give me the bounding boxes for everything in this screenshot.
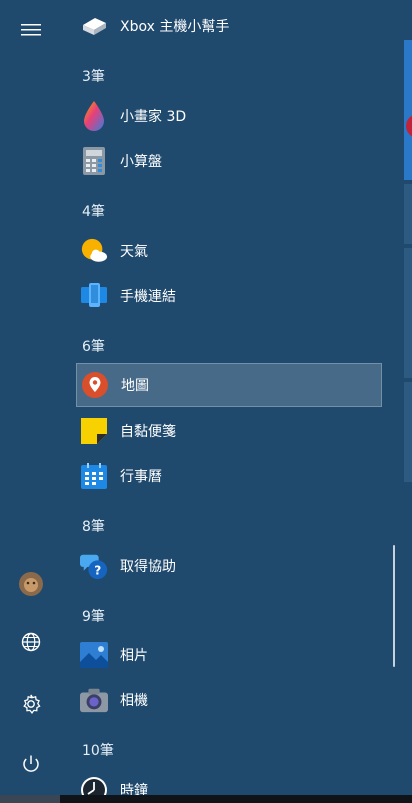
sticky-notes-icon — [80, 417, 108, 445]
app-label: 自黏便箋 — [120, 424, 176, 440]
group-header-8[interactable]: 8筆 — [82, 516, 105, 536]
photos-icon — [80, 641, 108, 669]
power-icon — [23, 755, 39, 772]
app-list-scrollbar[interactable] — [393, 545, 395, 667]
calendar-icon — [80, 462, 108, 490]
maps-icon — [81, 371, 109, 399]
app-item-calendar[interactable]: 行事曆 — [76, 454, 382, 498]
app-item-photos[interactable]: 相片 — [76, 633, 382, 677]
network-button[interactable] — [0, 620, 62, 664]
xbox-console-icon — [80, 12, 108, 40]
user-account-button[interactable] — [0, 562, 62, 606]
calculator-icon — [80, 147, 108, 175]
expand-menu-button[interactable] — [0, 8, 62, 52]
app-item-paint-3d[interactable]: 小畫家 3D — [76, 94, 382, 138]
app-item-camera[interactable]: 相機 — [76, 678, 382, 722]
group-header-6[interactable]: 6筆 — [82, 336, 105, 356]
tile-partial[interactable] — [404, 248, 412, 378]
app-label: Xbox 主機小幫手 — [120, 19, 230, 35]
app-label: 相機 — [120, 693, 148, 709]
app-item-calculator[interactable]: 小算盤 — [76, 139, 382, 183]
get-help-icon: ? — [80, 552, 108, 580]
hamburger-menu-icon — [21, 24, 41, 36]
app-item-phone-link[interactable]: 手機連結 — [76, 274, 382, 318]
clock-icon — [80, 776, 108, 795]
app-item-sticky-notes[interactable]: 自黏便箋 — [76, 409, 382, 453]
gear-icon — [23, 694, 41, 714]
group-header-4[interactable]: 4筆 — [82, 201, 105, 221]
app-item-xbox-console-companion[interactable]: Xbox 主機小幫手 — [76, 4, 382, 48]
paint-3d-icon — [80, 101, 108, 131]
app-item-maps[interactable]: 地圖 — [76, 363, 382, 407]
taskbar-start-segment[interactable] — [0, 795, 60, 803]
weather-icon — [80, 237, 108, 265]
app-label: 小畫家 3D — [120, 109, 187, 125]
app-item-weather[interactable]: 天氣 — [76, 229, 382, 273]
tile-partial[interactable] — [404, 382, 412, 482]
tile-partial[interactable] — [404, 40, 412, 180]
settings-button[interactable] — [0, 682, 62, 726]
app-label: 時鐘 — [120, 783, 148, 795]
group-header-3[interactable]: 3筆 — [82, 66, 105, 86]
taskbar — [0, 795, 412, 803]
app-label: 手機連結 — [120, 289, 176, 305]
app-label: 小算盤 — [120, 154, 162, 170]
app-label: 行事曆 — [120, 469, 162, 485]
user-avatar — [19, 572, 43, 596]
app-label: 取得協助 — [120, 559, 176, 575]
start-rail — [0, 0, 62, 795]
app-item-clock[interactable]: 時鐘 — [76, 768, 382, 795]
phone-link-icon — [80, 282, 108, 310]
power-button[interactable] — [0, 742, 62, 786]
app-list: Xbox 主機小幫手 3筆 小畫家 3D 小算盤 4筆 天氣 手機連結 6筆 地… — [62, 0, 392, 795]
app-label: 相片 — [120, 648, 148, 664]
globe-icon — [21, 632, 41, 652]
group-header-9[interactable]: 9筆 — [82, 606, 105, 626]
camera-icon — [80, 686, 108, 714]
group-header-10[interactable]: 10筆 — [82, 740, 114, 760]
app-label: 地圖 — [121, 378, 149, 394]
app-item-get-help[interactable]: ? 取得協助 — [76, 544, 382, 588]
tile-partial[interactable] — [404, 184, 412, 244]
app-label: 天氣 — [120, 244, 148, 260]
svg-text:?: ? — [94, 563, 101, 577]
